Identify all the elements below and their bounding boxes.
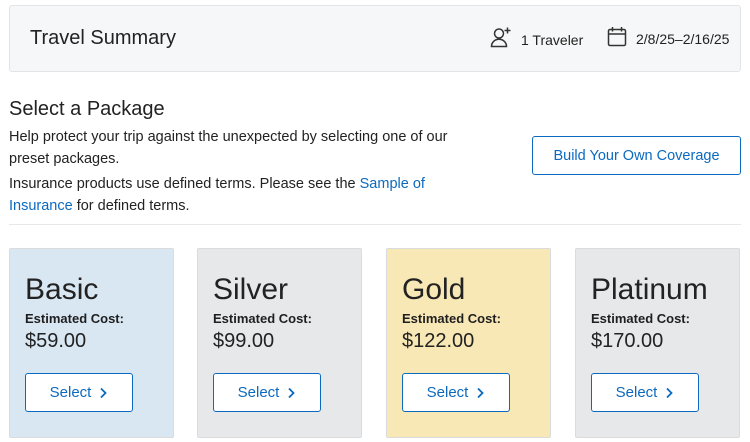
terms-prefix: Insurance products use defined terms. Pl… bbox=[9, 176, 360, 192]
package-name: Platinum bbox=[591, 273, 708, 306]
package-name: Gold bbox=[402, 273, 466, 306]
section-heading: Select a Package bbox=[9, 98, 165, 120]
package-name: Silver bbox=[213, 273, 289, 306]
add-person-icon bbox=[490, 26, 512, 53]
traveler-count: 1 Traveler bbox=[490, 26, 583, 53]
help-text: Help protect your trip against the unexp… bbox=[9, 129, 448, 167]
estimated-cost-label: Estimated Cost: bbox=[591, 311, 690, 326]
package-price: $99.00 bbox=[213, 330, 275, 352]
select-label: Select bbox=[49, 384, 92, 401]
chevron-right-icon bbox=[288, 387, 296, 398]
chevron-right-icon bbox=[100, 387, 108, 398]
package-card-gold: Gold Estimated Cost: $122.00 Select bbox=[386, 248, 551, 438]
traveler-count-label: 1 Traveler bbox=[521, 31, 584, 48]
chevron-right-icon bbox=[477, 387, 485, 398]
calendar-icon bbox=[607, 26, 627, 52]
chevron-right-icon bbox=[666, 387, 674, 398]
section-divider bbox=[9, 224, 741, 225]
select-basic-button[interactable]: Select bbox=[25, 373, 133, 412]
package-card-basic: Basic Estimated Cost: $59.00 Select bbox=[9, 248, 174, 438]
estimated-cost-label: Estimated Cost: bbox=[213, 311, 312, 326]
terms-text: Insurance products use defined terms. Pl… bbox=[9, 173, 479, 217]
select-platinum-button[interactable]: Select bbox=[591, 373, 699, 412]
select-gold-button[interactable]: Select bbox=[402, 373, 510, 412]
build-your-own-coverage-button[interactable]: Build Your Own Coverage bbox=[532, 136, 741, 175]
package-card-silver: Silver Estimated Cost: $99.00 Select bbox=[197, 248, 362, 438]
package-price: $170.00 bbox=[591, 330, 664, 352]
travel-summary-title: Travel Summary bbox=[30, 27, 176, 49]
package-price: $59.00 bbox=[25, 330, 87, 352]
package-name: Basic bbox=[25, 273, 99, 306]
estimated-cost-label: Estimated Cost: bbox=[25, 311, 124, 326]
package-price: $122.00 bbox=[402, 330, 475, 352]
travel-summary-bar: Travel Summary 1 Traveler 2/8/25–2/16/25 bbox=[9, 5, 741, 72]
select-label: Select bbox=[237, 384, 280, 401]
select-silver-button[interactable]: Select bbox=[213, 373, 321, 412]
select-label: Select bbox=[426, 384, 469, 401]
select-label: Select bbox=[615, 384, 658, 401]
estimated-cost-label: Estimated Cost: bbox=[402, 311, 501, 326]
package-card-platinum: Platinum Estimated Cost: $170.00 Select bbox=[575, 248, 740, 438]
terms-suffix: for defined terms. bbox=[72, 198, 190, 214]
travel-dates: 2/8/25–2/16/25 bbox=[607, 26, 729, 52]
travel-dates-label: 2/8/25–2/16/25 bbox=[636, 31, 730, 47]
